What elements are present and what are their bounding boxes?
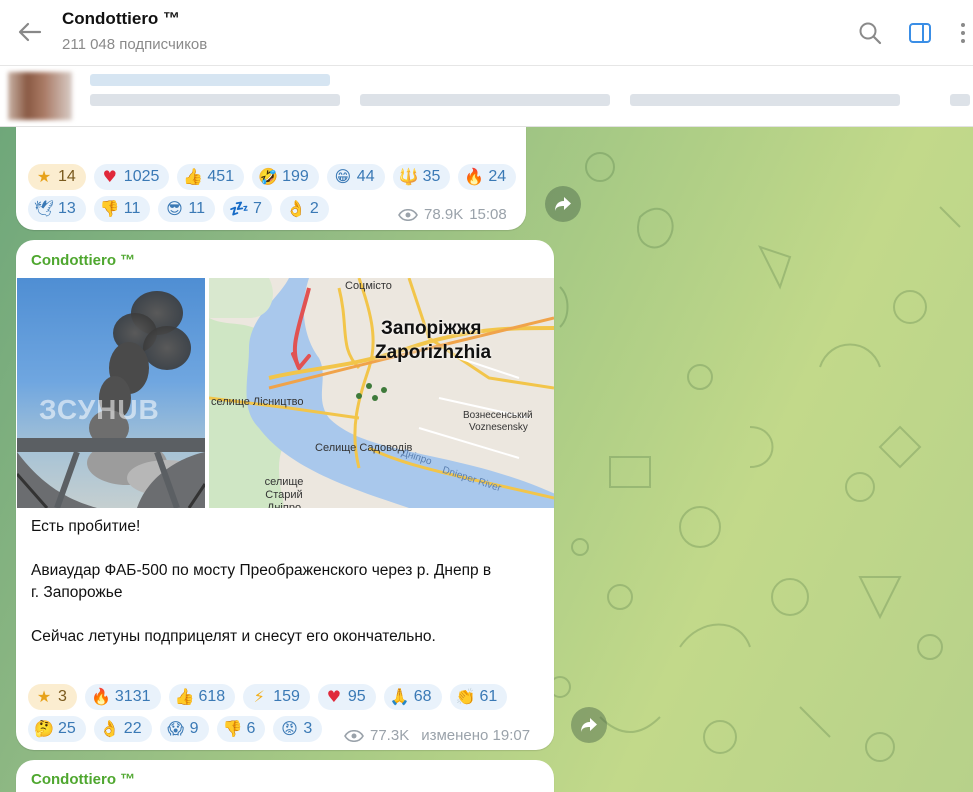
views-count: 77.3K [370,727,410,744]
forward-icon [555,197,571,211]
reaction-fire[interactable]: 🔥 3131 [84,684,161,710]
reaction-zzz[interactable]: 💤 7 [223,196,272,222]
cool-face-icon: 😎 [166,199,183,218]
fire-icon: 🔥 [90,687,111,706]
trident-icon: 🔱 [398,167,419,186]
reaction-lightning[interactable]: ⚡ 159 [243,684,310,710]
lightning-icon: ⚡ [253,687,265,706]
map-sotsmisto: Соцмісто [345,280,392,292]
map-city-en: Zaporizhzhia [375,342,492,363]
reaction-dove[interactable]: 🕊 13 [28,196,86,222]
back-arrow-icon[interactable] [16,19,44,45]
forward-icon [581,718,597,732]
star-icon: ★ [36,687,52,706]
thinking-face-icon: 🤔 [34,719,54,738]
reaction-thumbs-down[interactable]: 👎 6 [216,716,266,742]
reaction-grin[interactable]: 😁 44 [326,164,385,190]
reaction-star[interactable]: ★ 3 [28,684,77,710]
post-1-meta: 78.9K 15:08 [398,206,507,223]
zzz-icon: 💤 [229,199,249,218]
post-time: изменено 19:07 [421,727,531,744]
map-voznesenskyi-ua: Вознесенський [463,410,533,421]
map-lisnychtvo: селище Лісництво [211,396,304,408]
reaction-rofl[interactable]: 🤣 199 [252,164,319,190]
scream-face-icon: 😱 [167,719,184,738]
heart-icon: ♥ [326,687,342,706]
search-icon[interactable] [857,20,883,46]
star-icon: ★ [36,167,52,186]
views-eye-icon [344,729,364,742]
map-stary-dnipro: селище Старий Дніпро [264,476,304,508]
dove-icon: 🕊 [34,199,55,218]
post-author[interactable]: Condottiero ™ [31,771,135,788]
views-count: 78.9K [424,206,464,223]
reaction-angry[interactable]: 😡 3 [273,716,323,742]
map-city-ua: Запоріжжя [381,318,482,339]
reaction-thumbs-down[interactable]: 👎 11 [93,196,151,222]
reaction-star[interactable]: ★ 14 [28,164,86,190]
reaction-heart[interactable]: ♥ 95 [317,684,376,710]
angry-face-icon: 😡 [281,719,298,738]
forward-button[interactable] [545,186,581,222]
post-text-line-4: Сейчас летуны подприцелят и снесут его о… [31,628,436,645]
reaction-ok[interactable]: 👌 22 [93,716,152,742]
post-time: 15:08 [469,206,507,223]
reaction-cool[interactable]: 😎 11 [158,196,216,222]
reaction-scream[interactable]: 😱 9 [159,716,209,742]
thumbs-up-icon: 👍 [174,687,195,706]
explosion-image [17,291,205,508]
thumbs-down-icon: 👎 [222,719,243,738]
forward-button[interactable] [571,707,607,743]
fire-icon: 🔥 [464,167,485,186]
map-sadovod: Селище Садоводів [315,442,413,454]
post-text-line-2: Авиаудар ФАБ-500 по мосту Преображенског… [31,562,492,579]
reaction-clap[interactable]: 👏 61 [449,684,508,710]
map-drawing [209,278,554,508]
reaction-heart[interactable]: ♥ 1025 [93,164,170,190]
pray-icon: 🙏 [389,687,410,706]
rofl-icon: 🤣 [258,167,279,186]
reaction-pray[interactable]: 🙏 68 [383,684,442,710]
more-menu-icon[interactable] [950,20,973,46]
views-eye-icon [398,208,418,221]
reaction-thinking[interactable]: 🤔 25 [28,716,86,742]
reaction-trident[interactable]: 🔱 35 [392,164,451,190]
post-author[interactable]: Condottiero ™ [31,252,135,269]
map-voznesenskyi-en: Voznesensky [469,422,528,433]
post-text-line-3: г. Запорожье [31,584,123,601]
post-2-meta: 77.3K изменено 19:07 [344,727,530,744]
post-text-line-1: Есть пробитие! [31,518,141,535]
subscriber-count: 211 048 подписчиков [62,36,208,53]
sidebar-toggle-icon[interactable] [907,20,933,46]
pinned-thumbnail [8,72,72,120]
reaction-thumbs-up[interactable]: 👍 451 [177,164,245,190]
ok-hand-icon: 👌 [99,719,120,738]
reaction-fire[interactable]: 🔥 24 [458,164,517,190]
thumbs-down-icon: 👎 [99,199,120,218]
chat-header: Condottiero ™ 211 048 подписчиков [0,0,973,66]
pinned-message-bar[interactable] [0,66,973,127]
channel-title[interactable]: Condottiero ™ [62,9,180,29]
ok-hand-icon: 👌 [285,199,306,218]
photo-explosion[interactable]: ЗСУHUB [17,278,205,508]
photo-watermark: ЗСУHUB [39,394,160,425]
heart-icon: ♥ [102,167,117,186]
clap-icon: 👏 [455,687,476,706]
map-image[interactable]: Запоріжжя Zaporizhzhia Соцмісто селище Л… [209,278,554,508]
thumbs-up-icon: 👍 [183,167,204,186]
grin-icon: 😁 [334,167,352,186]
reaction-ok[interactable]: 👌 2 [279,196,329,222]
reaction-thumbs-up[interactable]: 👍 618 [168,684,236,710]
